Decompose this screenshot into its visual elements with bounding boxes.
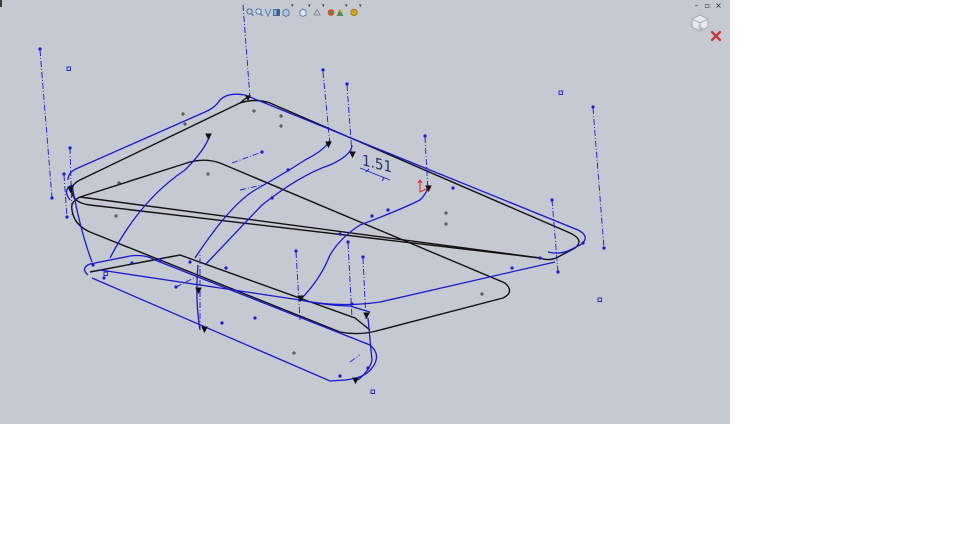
zoom-to-area-icon[interactable]: [255, 2, 263, 16]
hide-show-dropdown-icon[interactable]: ▾: [322, 2, 326, 11]
previous-view-icon[interactable]: [264, 2, 272, 17]
sidebar-edge: [0, 0, 2, 7]
view-settings-dropdown-icon[interactable]: ▾: [359, 2, 363, 11]
body-edges[interactable]: [70, 94, 580, 335]
sketch-geometry[interactable]: [65, 93, 586, 382]
display-style-dropdown-icon[interactable]: ▾: [308, 2, 312, 11]
sketch-points[interactable]: [38, 47, 606, 378]
view-settings-icon[interactable]: [350, 2, 358, 16]
edit-appearance-icon[interactable]: [327, 2, 335, 16]
window-controls: – ▫ ×: [692, 0, 723, 12]
close-button[interactable]: ×: [714, 0, 723, 12]
graphics-area[interactable]: ▾ ▾ ▾ ▾ ▾ – ▫ × 1.51: [0, 0, 730, 424]
display-style-icon[interactable]: [299, 2, 307, 17]
section-view-icon[interactable]: [273, 2, 281, 16]
view-orientation-dropdown-icon[interactable]: ▾: [291, 2, 295, 11]
minimize-button[interactable]: –: [692, 0, 701, 12]
close-view-selector-icon[interactable]: [710, 30, 722, 42]
heads-up-view-toolbar: ▾ ▾ ▾ ▾ ▾: [246, 0, 363, 17]
model-canvas[interactable]: [0, 0, 730, 424]
view-cube-icon[interactable]: [691, 14, 709, 32]
apply-scene-dropdown-icon[interactable]: ▾: [345, 2, 349, 11]
view-selector[interactable]: [690, 13, 728, 45]
view-orientation-icon[interactable]: [282, 2, 290, 17]
restore-button[interactable]: ▫: [703, 0, 712, 12]
apply-scene-icon[interactable]: [336, 2, 344, 16]
endpoint-markers: [67, 95, 432, 385]
hide-show-items-icon[interactable]: [313, 2, 321, 15]
zoom-to-fit-icon[interactable]: [246, 2, 254, 16]
